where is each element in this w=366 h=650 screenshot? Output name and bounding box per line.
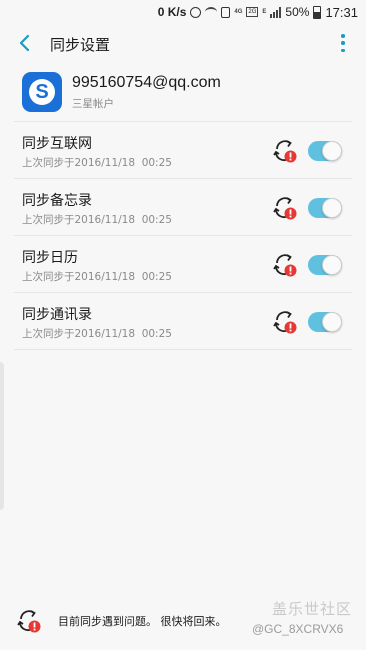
account-type: 三星帐户 [72, 98, 114, 110]
status-bar: 0 K/s 4G 2G E 50% 17:31 [0, 0, 366, 24]
battery-percent: 50% [285, 5, 310, 19]
sync-row-title: 同步日历 [22, 250, 78, 266]
sync-row-last-sync: 上次同步于2016/11/18 00:25 [22, 157, 172, 169]
sync-error-icon [17, 610, 41, 633]
roaming-indicator: E [262, 9, 267, 15]
more-options-icon[interactable] [340, 34, 346, 52]
sync-toggle[interactable] [308, 198, 342, 218]
sim-indicator: 2G [246, 7, 259, 17]
edge-panel-handle[interactable] [0, 362, 4, 510]
phone-icon [221, 6, 231, 18]
sync-error-icon [273, 254, 297, 277]
sync-row-title: 同步备忘录 [22, 193, 92, 209]
watermark-handle: @GC_8XCRVX6 [252, 622, 344, 636]
app-bar: 同步设置 [0, 24, 366, 64]
sync-row-last-sync: 上次同步于2016/11/18 00:25 [22, 214, 172, 226]
page-title: 同步设置 [50, 36, 111, 54]
sync-row-contacts[interactable]: 同步通讯录 上次同步于2016/11/18 00:25 [0, 293, 366, 350]
sync-toggle[interactable] [308, 255, 342, 275]
back-arrow-icon[interactable] [14, 32, 36, 54]
sync-row-title: 同步通讯录 [22, 307, 92, 323]
sync-row-calendar[interactable]: 同步日历 上次同步于2016/11/18 00:25 [0, 236, 366, 293]
network-type-label: 4G [234, 9, 243, 15]
samsung-account-logo: S [22, 72, 62, 112]
sync-row-memo[interactable]: 同步备忘录 上次同步于2016/11/18 00:25 [0, 179, 366, 236]
sync-problem-message: 目前同步遇到问题。 很快将回来。 [58, 615, 227, 628]
watermark-title: 盖乐世社区 [272, 600, 353, 618]
sync-error-icon [273, 311, 297, 334]
wifi-icon [205, 7, 218, 17]
sync-row-last-sync: 上次同步于2016/11/18 00:25 [22, 328, 172, 340]
sync-toggle[interactable] [308, 141, 342, 161]
account-email: 995160754@qq.com [72, 74, 221, 91]
sync-row-internet[interactable]: 同步互联网 上次同步于2016/11/18 00:25 [0, 122, 366, 179]
sync-toggle[interactable] [308, 312, 342, 332]
logo-letter: S [29, 79, 55, 105]
signal-icon [270, 6, 282, 18]
battery-icon [313, 5, 322, 19]
clock: 17:31 [325, 4, 358, 20]
data-saver-icon [190, 6, 202, 18]
sync-error-icon [273, 140, 297, 163]
sync-row-title: 同步互联网 [22, 136, 92, 152]
sync-row-last-sync: 上次同步于2016/11/18 00:25 [22, 271, 172, 283]
account-header: S 995160754@qq.com 三星帐户 [0, 66, 366, 120]
divider [14, 349, 352, 350]
sync-error-icon [273, 197, 297, 220]
network-speed: 0 K/s [157, 5, 187, 19]
